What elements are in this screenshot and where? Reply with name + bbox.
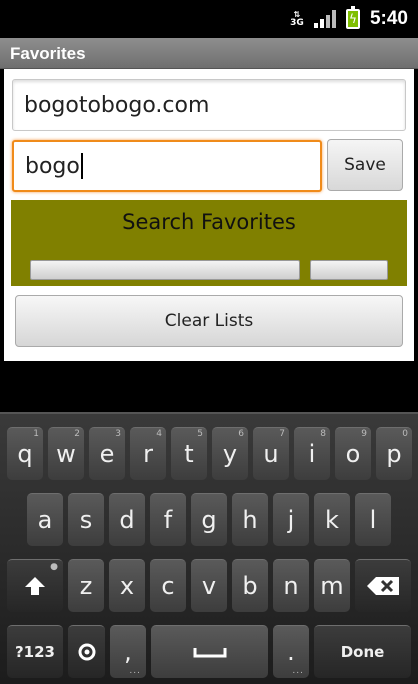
key-label: k <box>325 506 339 534</box>
key-label: w <box>56 440 76 468</box>
key-label: l <box>369 506 377 534</box>
comma-key[interactable]: , ... <box>110 625 146 678</box>
key-label: u <box>263 440 279 468</box>
text-cursor <box>80 153 83 179</box>
key-label: j <box>287 506 295 534</box>
save-button[interactable]: Save <box>327 139 403 191</box>
key-label: x <box>119 572 135 600</box>
favorite-tag-button[interactable] <box>30 260 300 280</box>
key-label: a <box>37 506 53 534</box>
backspace-icon <box>367 577 399 595</box>
key-label: o <box>345 440 361 468</box>
voice-settings-key[interactable] <box>68 625 105 678</box>
key-z[interactable]: z <box>68 559 104 612</box>
app-title: Favorites <box>10 44 86 63</box>
url-input-value: bogotobogo.com <box>24 92 210 118</box>
key-h[interactable]: h <box>232 493 268 546</box>
key-o[interactable]: o9 <box>335 427 371 480</box>
key-label: e <box>99 440 115 468</box>
symbols-key[interactable]: ?123 <box>7 625 63 678</box>
key-alt-number: 1 <box>33 429 39 439</box>
key-label: s <box>79 506 93 534</box>
key-label: d <box>119 506 135 534</box>
key-k[interactable]: k <box>314 493 350 546</box>
key-e[interactable]: e3 <box>89 427 125 480</box>
key-n[interactable]: n <box>273 559 309 612</box>
delete-key[interactable] <box>355 559 411 612</box>
soft-keyboard: ● ?123 , ... . ... Done q1w2e3r4t5y6u7i8… <box>0 412 418 684</box>
key-v[interactable]: v <box>191 559 227 612</box>
key-u[interactable]: u7 <box>253 427 289 480</box>
key-label: v <box>201 572 217 600</box>
key-label: y <box>222 440 238 468</box>
key-y[interactable]: y6 <box>212 427 248 480</box>
key-label: c <box>161 572 175 600</box>
key-l[interactable]: l <box>355 493 391 546</box>
key-w[interactable]: w2 <box>48 427 84 480</box>
key-alt-number: 4 <box>156 429 162 439</box>
battery-charging-icon: ϟ <box>345 6 360 29</box>
search-favorites-title: Search Favorites <box>122 210 296 234</box>
favorite-edit-button[interactable] <box>310 260 388 280</box>
key-label: z <box>79 572 93 600</box>
period-key[interactable]: . ... <box>273 625 309 678</box>
key-alt-number: 9 <box>361 429 367 439</box>
key-alt-number: 0 <box>402 429 408 439</box>
key-alt-number: 8 <box>320 429 326 439</box>
key-r[interactable]: r4 <box>130 427 166 480</box>
key-f[interactable]: f <box>150 493 186 546</box>
key-label: r <box>143 440 153 468</box>
key-label: g <box>201 506 217 534</box>
key-q[interactable]: q1 <box>7 427 43 480</box>
url-input[interactable]: bogotobogo.com <box>12 79 406 131</box>
key-label: m <box>320 572 344 600</box>
key-alt-number: 2 <box>74 429 80 439</box>
key-t[interactable]: t5 <box>171 427 207 480</box>
shift-key[interactable]: ● <box>7 559 63 612</box>
key-j[interactable]: j <box>273 493 309 546</box>
more-chars-indicator: ... <box>129 666 141 676</box>
key-alt-number: 7 <box>279 429 285 439</box>
clear-lists-button[interactable]: Clear Lists <box>15 295 403 347</box>
key-label: b <box>242 572 258 600</box>
key-m[interactable]: m <box>314 559 350 612</box>
period-key-label: . <box>287 638 295 666</box>
signal-strength-icon <box>313 10 336 28</box>
shift-icon <box>25 577 45 595</box>
key-c[interactable]: c <box>150 559 186 612</box>
tag-input-value: bogo <box>25 153 80 179</box>
space-key[interactable] <box>151 625 268 678</box>
space-icon <box>193 648 226 658</box>
key-g[interactable]: g <box>191 493 227 546</box>
search-favorites-panel: Search Favorites <box>11 200 407 286</box>
key-label: h <box>242 506 258 534</box>
status-clock: 5:40 <box>369 8 408 29</box>
key-a[interactable]: a <box>27 493 63 546</box>
network-type-icon: ⇅ 3G <box>290 10 304 28</box>
key-label: t <box>184 440 194 468</box>
app-title-bar: Favorites <box>0 38 418 69</box>
settings-gear-icon <box>78 643 95 661</box>
key-alt-number: 5 <box>197 429 203 439</box>
key-label: q <box>17 440 33 468</box>
key-s[interactable]: s <box>68 493 104 546</box>
key-label: f <box>163 506 173 534</box>
status-bar: ⇅ 3G ϟ 5:40 <box>0 0 418 38</box>
key-alt-number: 3 <box>115 429 121 439</box>
key-p[interactable]: p0 <box>376 427 412 480</box>
key-i[interactable]: i8 <box>294 427 330 480</box>
more-chars-indicator: ... <box>292 666 304 676</box>
key-d[interactable]: d <box>109 493 145 546</box>
key-x[interactable]: x <box>109 559 145 612</box>
done-key[interactable]: Done <box>314 625 411 678</box>
key-b[interactable]: b <box>232 559 268 612</box>
key-alt-number: 6 <box>238 429 244 439</box>
comma-key-label: , <box>124 638 132 666</box>
key-label: i <box>308 440 316 468</box>
tag-input[interactable]: bogo <box>12 140 322 192</box>
key-label: p <box>386 440 402 468</box>
favorites-form: bogotobogo.com bogo Save Search Favorite… <box>4 69 414 361</box>
key-label: n <box>283 572 299 600</box>
